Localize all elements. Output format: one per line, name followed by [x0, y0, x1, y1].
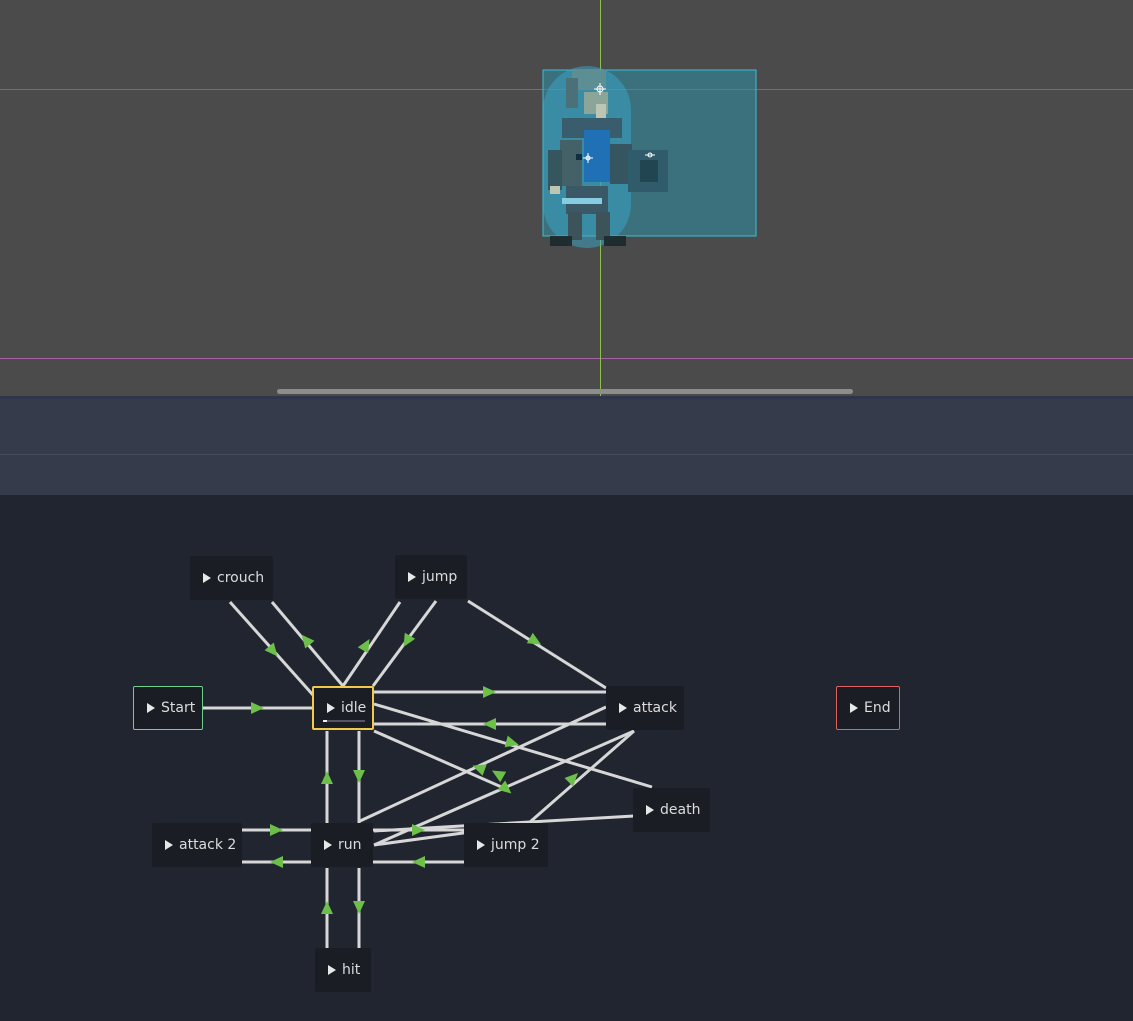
transition-arrow-icon[interactable]: [483, 686, 496, 698]
state-node-start[interactable]: Start: [133, 686, 203, 730]
transition-arrow-icon[interactable]: [270, 856, 283, 868]
transition-arrow-icon[interactable]: [412, 856, 425, 868]
transition-arrow-icon[interactable]: [353, 901, 365, 914]
toolbar-divider: [0, 454, 1133, 455]
transition-links: [203, 599, 653, 948]
transition-arrow-icon[interactable]: [321, 771, 333, 784]
transition-arrow-icon[interactable]: [483, 718, 496, 730]
state-node-attack-2[interactable]: attack 2: [152, 823, 242, 867]
state-node-idle[interactable]: idle: [312, 686, 374, 730]
state-label: attack 2: [179, 837, 237, 853]
state-label: run: [338, 837, 362, 853]
state-node-jump-2[interactable]: jump 2: [464, 823, 548, 867]
scene-viewport[interactable]: [0, 0, 1133, 397]
play-icon[interactable]: [324, 840, 332, 850]
state-node-death[interactable]: death: [633, 788, 710, 832]
state-label: idle: [341, 700, 367, 716]
transition-arrow-icon[interactable]: [489, 765, 507, 783]
play-icon[interactable]: [646, 805, 654, 815]
transition-arrow-icon[interactable]: [321, 901, 333, 914]
scrollbar-thumb[interactable]: [277, 389, 853, 394]
play-icon[interactable]: [850, 703, 858, 713]
play-icon[interactable]: [327, 703, 335, 713]
state-label: jump: [422, 569, 458, 585]
transition-arrow-icon[interactable]: [270, 824, 283, 836]
transition-link[interactable]: [341, 601, 402, 687]
state-node-attack[interactable]: attack: [606, 686, 684, 730]
state-label: death: [660, 802, 701, 818]
transition-arrow-icon[interactable]: [353, 770, 365, 783]
playback-progress-bar: [323, 720, 365, 722]
state-label: hit: [342, 962, 361, 978]
play-icon[interactable]: [165, 840, 173, 850]
state-label: crouch: [217, 570, 265, 586]
animation-tree-toolbar: [0, 399, 1133, 495]
character-sprite[interactable]: [0, 0, 1133, 397]
play-icon[interactable]: [477, 840, 485, 850]
play-icon[interactable]: [147, 703, 155, 713]
state-node-jump[interactable]: jump: [395, 555, 467, 599]
state-node-crouch[interactable]: crouch: [190, 556, 273, 600]
state-node-end[interactable]: End: [836, 686, 900, 730]
state-label: attack: [633, 700, 677, 716]
play-icon[interactable]: [619, 703, 627, 713]
play-icon[interactable]: [203, 573, 211, 583]
play-icon[interactable]: [328, 965, 336, 975]
play-icon[interactable]: [408, 572, 416, 582]
transition-link[interactable]: [467, 599, 607, 690]
state-machine-graph[interactable]: Start idle crouch jump attack End death …: [0, 495, 1133, 1021]
state-label: Start: [161, 700, 196, 716]
state-label: End: [864, 700, 891, 716]
transition-arrow-icon[interactable]: [251, 702, 264, 714]
transition-link[interactable]: [373, 729, 507, 791]
state-node-run[interactable]: run: [311, 823, 373, 867]
state-label: jump 2: [491, 837, 540, 853]
playback-progress-fill: [323, 720, 328, 722]
viewport-horizontal-scrollbar[interactable]: [0, 387, 1133, 395]
state-node-hit[interactable]: hit: [315, 948, 371, 992]
